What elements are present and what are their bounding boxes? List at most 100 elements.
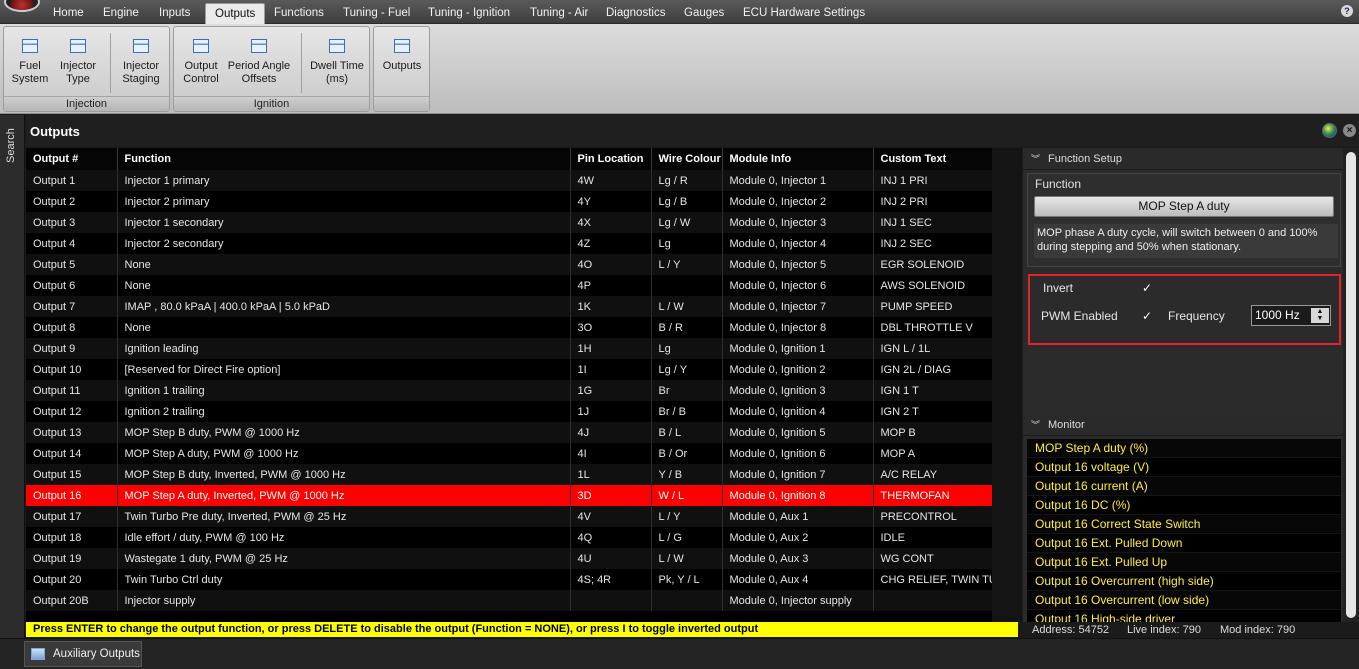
- cell-wire-colour[interactable]: L / G: [651, 527, 723, 548]
- monitor-item[interactable]: Output 16 voltage (V): [1027, 458, 1341, 477]
- cell-custom-text[interactable]: IDLE: [873, 527, 992, 548]
- cell-function[interactable]: None: [117, 254, 571, 275]
- cell-wire-colour[interactable]: Lg / Y: [651, 359, 723, 380]
- cell-function[interactable]: MOP Step A duty, PWM @ 1000 Hz: [117, 443, 571, 464]
- tab-tuning-fuel[interactable]: Tuning - Fuel: [334, 3, 419, 24]
- table-row[interactable]: Output 4 Injector 2 secondary 4Z Lg Module 0…: [26, 233, 992, 254]
- cell-custom-text[interactable]: INJ 1 SEC: [873, 212, 992, 233]
- cell-output[interactable]: Output 19: [26, 548, 118, 569]
- table-row[interactable]: Output 2 Injector 2 primary 4Y Lg / B Module…: [26, 191, 992, 212]
- cell-function[interactable]: Twin Turbo Ctrl duty: [117, 569, 571, 590]
- collapse-chevron-icon[interactable]: ︾: [1031, 148, 1040, 170]
- cell-custom-text[interactable]: PUMP SPEED: [873, 296, 992, 317]
- table-row[interactable]: Output 10 [Reserved for Direct Fire optio…: [26, 359, 992, 380]
- cell-custom-text[interactable]: PRECONTROL: [873, 506, 992, 527]
- table-row[interactable]: Output 14 MOP Step A duty, PWM @ 1000 Hz 4…: [26, 443, 992, 464]
- table-row[interactable]: Output 1 Injector 1 primary 4W Lg / R Module…: [26, 170, 992, 191]
- injector-type-button[interactable]: Injector Type: [54, 29, 102, 97]
- cell-custom-text[interactable]: [873, 590, 992, 611]
- cell-function[interactable]: [Reserved for Direct Fire option]: [117, 359, 571, 380]
- cell-custom-text[interactable]: IGN L / 1L: [873, 338, 992, 359]
- cell-pin-location[interactable]: 4Z: [570, 233, 652, 254]
- monitor-item[interactable]: Output 16 Ext. Pulled Up: [1027, 553, 1341, 572]
- cell-custom-text[interactable]: IGN 2 T: [873, 401, 992, 422]
- cell-pin-location[interactable]: 4V: [570, 506, 652, 527]
- column-header-wire-colour[interactable]: Wire Colour: [651, 148, 723, 170]
- cell-output[interactable]: Output 20B: [26, 590, 118, 611]
- cell-wire-colour[interactable]: Br / B: [651, 401, 723, 422]
- cell-pin-location[interactable]: 1G: [570, 380, 652, 401]
- cell-module-info[interactable]: Module 0, Ignition 7: [722, 464, 874, 485]
- right-panel-scrollbar[interactable]: [1343, 148, 1359, 622]
- cell-custom-text[interactable]: EGR SOLENOID: [873, 254, 992, 275]
- cell-module-info[interactable]: Module 0, Ignition 6: [722, 443, 874, 464]
- cell-wire-colour[interactable]: [651, 590, 723, 611]
- app-logo-icon[interactable]: [4, 0, 40, 12]
- fuel-system-button[interactable]: Fuel System: [8, 29, 52, 97]
- cell-output[interactable]: Output 5: [26, 254, 118, 275]
- output-control-button[interactable]: Output Control: [178, 29, 224, 97]
- cell-function[interactable]: Injector 1 secondary: [117, 212, 571, 233]
- cell-custom-text[interactable]: IGN 2L / DIAG: [873, 359, 992, 380]
- cell-function[interactable]: Injector 2 secondary: [117, 233, 571, 254]
- scrollbar-thumb[interactable]: [1346, 152, 1356, 618]
- cell-pin-location[interactable]: 3O: [570, 317, 652, 338]
- cell-output[interactable]: Output 7: [26, 296, 118, 317]
- cell-output[interactable]: Output 11: [26, 380, 118, 401]
- cell-output[interactable]: Output 16: [26, 485, 118, 506]
- monitor-item[interactable]: MOP Step A duty (%): [1027, 439, 1341, 458]
- table-row[interactable]: Output 6 None 4P Module 0, Injector 6 AWS SO…: [26, 275, 992, 296]
- cell-output[interactable]: Output 14: [26, 443, 118, 464]
- cell-wire-colour[interactable]: Lg: [651, 338, 723, 359]
- cell-output[interactable]: Output 18: [26, 527, 118, 548]
- cell-wire-colour[interactable]: L / W: [651, 548, 723, 569]
- table-row[interactable]: Output 5 None 4O L / Y Module 0, Injector 5E…: [26, 254, 992, 275]
- cell-module-info[interactable]: Module 0, Ignition 1: [722, 338, 874, 359]
- cell-module-info[interactable]: Module 0, Aux 4: [722, 569, 874, 590]
- cell-custom-text[interactable]: AWS SOLENOID: [873, 275, 992, 296]
- cell-wire-colour[interactable]: L / Y: [651, 254, 723, 275]
- cell-custom-text[interactable]: INJ 2 SEC: [873, 233, 992, 254]
- cell-custom-text[interactable]: DBL THROTTLE V: [873, 317, 992, 338]
- cell-function[interactable]: None: [117, 275, 571, 296]
- cell-wire-colour[interactable]: W / L: [651, 485, 723, 506]
- cell-custom-text[interactable]: CHG RELIEF, TWIN TUR: [873, 569, 992, 590]
- cell-output[interactable]: Output 2: [26, 191, 118, 212]
- pwm-enabled-checkbox[interactable]: ✓: [1140, 309, 1154, 323]
- cell-wire-colour[interactable]: Lg / B: [651, 191, 723, 212]
- cell-function[interactable]: MOP Step B duty, Inverted, PWM @ 1000 Hz: [117, 464, 571, 485]
- cell-output[interactable]: Output 12: [26, 401, 118, 422]
- cell-module-info[interactable]: Module 0, Ignition 8: [722, 485, 874, 506]
- cell-custom-text[interactable]: WG CONT: [873, 548, 992, 569]
- cell-wire-colour[interactable]: L / Y: [651, 506, 723, 527]
- cell-pin-location[interactable]: 4S; 4R: [570, 569, 652, 590]
- cell-module-info[interactable]: Module 0, Injector 1: [722, 170, 874, 191]
- table-row[interactable]: Output 3 Injector 1 secondary 4X Lg / W Modu…: [26, 212, 992, 233]
- monitor-item[interactable]: Output 16 High-side driver: [1027, 610, 1341, 622]
- cell-pin-location[interactable]: [570, 590, 652, 611]
- cell-output[interactable]: Output 9: [26, 338, 118, 359]
- cell-wire-colour[interactable]: [651, 275, 723, 296]
- collapse-chevron-icon[interactable]: ︾: [1031, 414, 1040, 436]
- cell-module-info[interactable]: Module 0, Ignition 4: [722, 401, 874, 422]
- search-sidebar[interactable]: Search: [0, 115, 25, 640]
- cell-pin-location[interactable]: 1L: [570, 464, 652, 485]
- cell-custom-text[interactable]: INJ 1 PRI: [873, 170, 992, 191]
- cell-pin-location[interactable]: 1H: [570, 338, 652, 359]
- monitor-item[interactable]: Output 16 Ext. Pulled Down: [1027, 534, 1341, 553]
- cell-output[interactable]: Output 1: [26, 170, 118, 191]
- frequency-spinner[interactable]: ▲ ▼: [1311, 308, 1329, 323]
- cell-module-info[interactable]: Module 0, Injector 7: [722, 296, 874, 317]
- function-setup-header[interactable]: ︾ Function Setup: [1023, 148, 1343, 170]
- cell-output[interactable]: Output 3: [26, 212, 118, 233]
- close-icon[interactable]: ×: [1343, 124, 1356, 137]
- cell-module-info[interactable]: Module 0, Ignition 2: [722, 359, 874, 380]
- table-row[interactable]: Output 16 MOP Step A duty, Inverted, PWM …: [26, 485, 992, 506]
- frequency-input[interactable]: 1000 Hz ▲ ▼: [1251, 305, 1331, 326]
- table-row[interactable]: Output 7 IMAP , 80.0 kPaA | 400.0 kPaA | …: [26, 296, 992, 317]
- dwell-time-button[interactable]: Dwell Time (ms): [308, 29, 366, 97]
- table-row[interactable]: Output 20 Twin Turbo Ctrl duty 4S; 4R Pk, Y…: [26, 569, 992, 590]
- cell-output[interactable]: Output 17: [26, 506, 118, 527]
- function-select-button[interactable]: MOP Step A duty: [1034, 196, 1334, 217]
- tab-gauges[interactable]: Gauges: [675, 3, 733, 24]
